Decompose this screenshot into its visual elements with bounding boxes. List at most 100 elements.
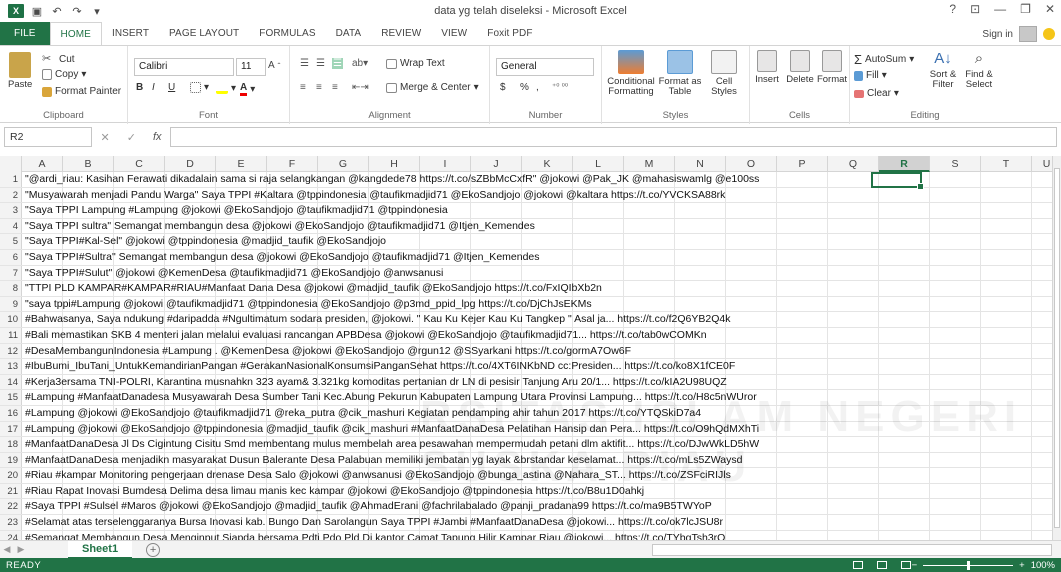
currency-button[interactable]: $ xyxy=(500,82,506,93)
cancel-icon[interactable]: ✕ xyxy=(101,131,110,144)
bottom-align-icon[interactable]: ☰ xyxy=(332,58,343,69)
row-header[interactable]: 4 xyxy=(0,218,22,234)
tab-view[interactable]: VIEW xyxy=(431,22,477,45)
column-header-d[interactable]: D xyxy=(165,156,216,172)
cell-a[interactable]: "Saya TPPI sultra" Semangat membangun de… xyxy=(25,219,535,234)
underline-button[interactable]: U xyxy=(168,82,175,93)
indent-icon[interactable]: ⇤⇥ xyxy=(352,82,369,93)
row-header[interactable]: 17 xyxy=(0,421,22,437)
cell-a[interactable]: #ManfaatDanaDesa menjadikn masyarakat Du… xyxy=(25,453,742,468)
normal-view-icon[interactable] xyxy=(853,561,863,569)
grow-font-icon[interactable]: Aˆ xyxy=(268,60,280,71)
help-icon[interactable]: ? xyxy=(949,2,956,16)
wrap-text-button[interactable]: Wrap Text xyxy=(386,58,445,69)
next-sheet-icon[interactable]: ▶ xyxy=(14,544,28,555)
row-header[interactable]: 9 xyxy=(0,296,22,312)
customize-qat-icon[interactable]: ▾ xyxy=(90,4,104,18)
cell-a[interactable]: #Bali memastikan SKB 4 menteri jalan mel… xyxy=(25,328,707,343)
vertical-scroll-thumb[interactable] xyxy=(1054,168,1060,528)
column-header-h[interactable]: H xyxy=(369,156,420,172)
insert-function-button[interactable]: fx xyxy=(153,131,162,144)
cell-a[interactable]: #Lampung @jokowi @EkoSandjojo @taufikmad… xyxy=(25,406,701,421)
row-header[interactable]: 16 xyxy=(0,405,22,421)
comma-button[interactable]: , xyxy=(536,82,539,93)
cut-button[interactable]: ✂ Cut xyxy=(42,52,75,66)
avatar[interactable] xyxy=(1019,26,1037,42)
row-header[interactable]: 2 xyxy=(0,187,22,203)
worksheet-grid[interactable]: ABCDEFGHIJKLMNOPQRSTU 1 "@ardi_riau: Kasi… xyxy=(0,156,1052,540)
row-header[interactable]: 10 xyxy=(0,312,22,327)
column-header-f[interactable]: F xyxy=(267,156,318,172)
select-all-button[interactable] xyxy=(0,156,22,172)
row-header[interactable]: 7 xyxy=(0,265,22,281)
row-header[interactable]: 12 xyxy=(0,343,22,359)
sort-filter-button[interactable]: A↓ Sort & Filter xyxy=(926,50,960,90)
delete-cells-button[interactable]: Delete xyxy=(784,50,816,85)
cell-a[interactable]: #Selamat atas terselenggaranya Bursa Ino… xyxy=(25,515,723,530)
format-as-table-button[interactable]: Format as Table xyxy=(658,50,702,97)
cell-a[interactable]: #ManfaatDanaDesa Jl Ds Cigintung Cisitu … xyxy=(25,437,759,452)
row-header[interactable]: 19 xyxy=(0,452,22,468)
cell-a[interactable]: #Lampung @jokowi @EkoSandjojo @tppindone… xyxy=(25,422,759,437)
align-right-icon[interactable]: ≡ xyxy=(332,82,338,93)
paste-button[interactable]: Paste xyxy=(8,52,32,90)
undo-icon[interactable]: ↶ xyxy=(50,4,64,18)
cell-a[interactable]: #Riau Rapat Inovasi Bumdesa Delima desa … xyxy=(25,484,644,499)
row-header[interactable]: 22 xyxy=(0,499,22,515)
align-left-icon[interactable]: ≡ xyxy=(300,82,306,93)
cell-a[interactable]: #Kerja3ersama TNI-POLRI, Karantina musna… xyxy=(25,375,727,390)
tab-data[interactable]: DATA xyxy=(326,22,372,45)
row-header[interactable]: 5 xyxy=(0,234,22,249)
font-name-select[interactable]: Calibri xyxy=(134,58,234,76)
align-center-icon[interactable]: ≡ xyxy=(316,82,322,93)
column-header-a[interactable]: A xyxy=(22,156,63,172)
tab-home[interactable]: HOME xyxy=(49,22,102,45)
cell-a[interactable]: "Saya TPPI Lampung #Lampung @jokowi @Eko… xyxy=(25,203,448,218)
column-header-k[interactable]: K xyxy=(522,156,573,172)
row-header[interactable]: 1 xyxy=(0,172,22,187)
name-box[interactable]: R2 xyxy=(4,127,92,147)
row-header[interactable]: 8 xyxy=(0,281,22,296)
column-header-e[interactable]: E xyxy=(216,156,267,172)
row-header[interactable]: 24 xyxy=(0,530,22,540)
column-header-i[interactable]: I xyxy=(420,156,471,172)
tab-foxit-pdf[interactable]: Foxit PDF xyxy=(477,22,542,45)
add-sheet-icon[interactable]: + xyxy=(146,542,161,557)
tab-insert[interactable]: INSERT xyxy=(102,22,159,45)
column-header-g[interactable]: G xyxy=(318,156,369,172)
tab-page-layout[interactable]: PAGE LAYOUT xyxy=(159,22,249,45)
cell-a[interactable]: #Saya TPPI #Sulsel #Maros @jokowi @EkoSa… xyxy=(25,499,712,514)
cell-a[interactable]: #Semangat Membangun Desa Menginput Siapd… xyxy=(25,531,725,540)
active-cell[interactable] xyxy=(871,172,924,190)
italic-button[interactable]: I xyxy=(152,82,155,93)
enter-icon[interactable]: ✓ xyxy=(127,131,136,144)
zoom-out-icon[interactable]: − xyxy=(912,560,918,571)
row-header[interactable]: 21 xyxy=(0,483,22,499)
formula-input[interactable] xyxy=(170,127,1057,147)
row-header[interactable]: 23 xyxy=(0,515,22,530)
cell-a[interactable]: "TTPI PLD KAMPAR#KAMPAR#RIAU#Manfaat Dan… xyxy=(25,281,602,296)
close-button[interactable]: ✕ xyxy=(1045,2,1055,16)
cell-a[interactable]: #Lampung #ManfaatDanadesa Musyawarah Des… xyxy=(25,390,757,405)
tab-review[interactable]: REVIEW xyxy=(371,22,431,45)
zoom-slider[interactable] xyxy=(923,560,1014,570)
minimize-button[interactable]: — xyxy=(994,2,1006,16)
row-header[interactable]: 20 xyxy=(0,468,22,483)
insert-cells-button[interactable]: Insert xyxy=(752,50,782,85)
fill-color-icon[interactable]: ▾ xyxy=(216,82,236,94)
find-select-button[interactable]: ⌕ Find & Select xyxy=(962,50,996,90)
orientation-icon[interactable]: ab▾ xyxy=(352,58,368,69)
prev-sheet-icon[interactable]: ◀ xyxy=(0,544,14,555)
column-header-l[interactable]: L xyxy=(573,156,624,172)
conditional-formatting-button[interactable]: Conditional Formatting xyxy=(607,50,655,97)
restore-button[interactable]: ❐ xyxy=(1020,2,1031,16)
row-header[interactable]: 3 xyxy=(0,203,22,218)
cell-styles-button[interactable]: Cell Styles xyxy=(704,50,744,97)
column-header-c[interactable]: C xyxy=(114,156,165,172)
feedback-smiley-icon[interactable] xyxy=(1043,28,1055,40)
column-header-n[interactable]: N xyxy=(675,156,726,172)
row-header[interactable]: 13 xyxy=(0,359,22,374)
cell-a[interactable]: #DesaMembangunIndonesia #Lampung . @Keme… xyxy=(25,344,631,359)
cell-a[interactable]: "Saya TPPI#Sultra" Semangat membangun de… xyxy=(25,250,540,265)
page-layout-view-icon[interactable] xyxy=(877,561,887,569)
